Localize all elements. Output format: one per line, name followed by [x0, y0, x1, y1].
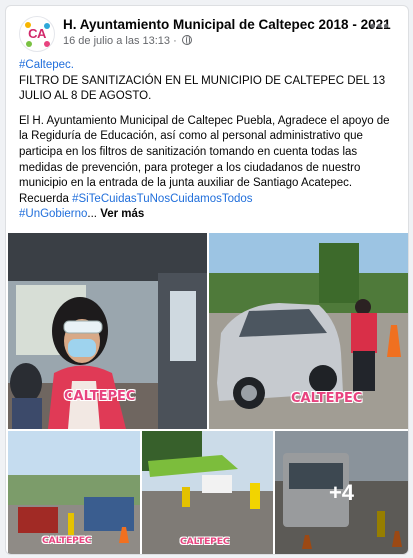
post-header: CA H. Ayuntamiento Municipal de Caltepec…	[6, 6, 408, 56]
photo-logo-overlay: CALTEPEC	[180, 537, 230, 547]
photo-logo-overlay: CALTEPEC	[42, 536, 92, 546]
see-more-link[interactable]: Ver más	[100, 208, 144, 220]
post-meta: 16 de julio a las 13:13 ·	[63, 35, 192, 47]
ellipsis: ...	[87, 208, 97, 221]
post-text: #Caltepec. FILTRO DE SANITIZACIÓN EN EL …	[19, 58, 401, 232]
photo-canopy-checkpoint	[142, 431, 273, 554]
avatar-dot-decoration	[44, 41, 50, 47]
avatar-text: CA	[28, 26, 46, 41]
hashtag-link[interactable]: #UnGobierno	[19, 208, 87, 220]
more-photos-count[interactable]: +4	[275, 431, 408, 554]
post-photo[interactable]: CALTEPEC	[142, 431, 273, 554]
photo-logo-overlay: CALTEPEC	[291, 391, 363, 406]
photo-logo-overlay: CALTEPEC	[64, 389, 136, 404]
post-headline: FILTRO DE SANITIZACIÓN EN EL MUNICIPIO D…	[19, 74, 386, 103]
post-timestamp[interactable]: 16 de julio a las 13:13	[63, 35, 170, 47]
page-name-link[interactable]: H. Ayuntamiento Municipal de Caltepec 20…	[63, 17, 391, 32]
post-body: El H. Ayuntamiento Municipal de Caltepec…	[19, 114, 390, 205]
avatar-dot-decoration	[26, 41, 32, 47]
hashtag-link[interactable]: #SiTeCuidasTuNosCuidamosTodos	[72, 193, 252, 205]
hashtag-link[interactable]: #Caltepec.	[19, 59, 74, 71]
meta-separator: ·	[173, 35, 177, 47]
post-photo[interactable]: CALTEPEC	[209, 233, 408, 429]
post-photo[interactable]: CALTEPEC	[8, 233, 207, 429]
globe-icon	[181, 35, 192, 45]
page-avatar[interactable]: CA	[19, 16, 55, 52]
post-card: CA H. Ayuntamiento Municipal de Caltepec…	[5, 5, 409, 555]
more-horizontal-icon[interactable]: •••	[370, 19, 392, 35]
post-photo[interactable]: +4	[275, 431, 408, 554]
post-photo[interactable]: CALTEPEC	[8, 431, 140, 554]
